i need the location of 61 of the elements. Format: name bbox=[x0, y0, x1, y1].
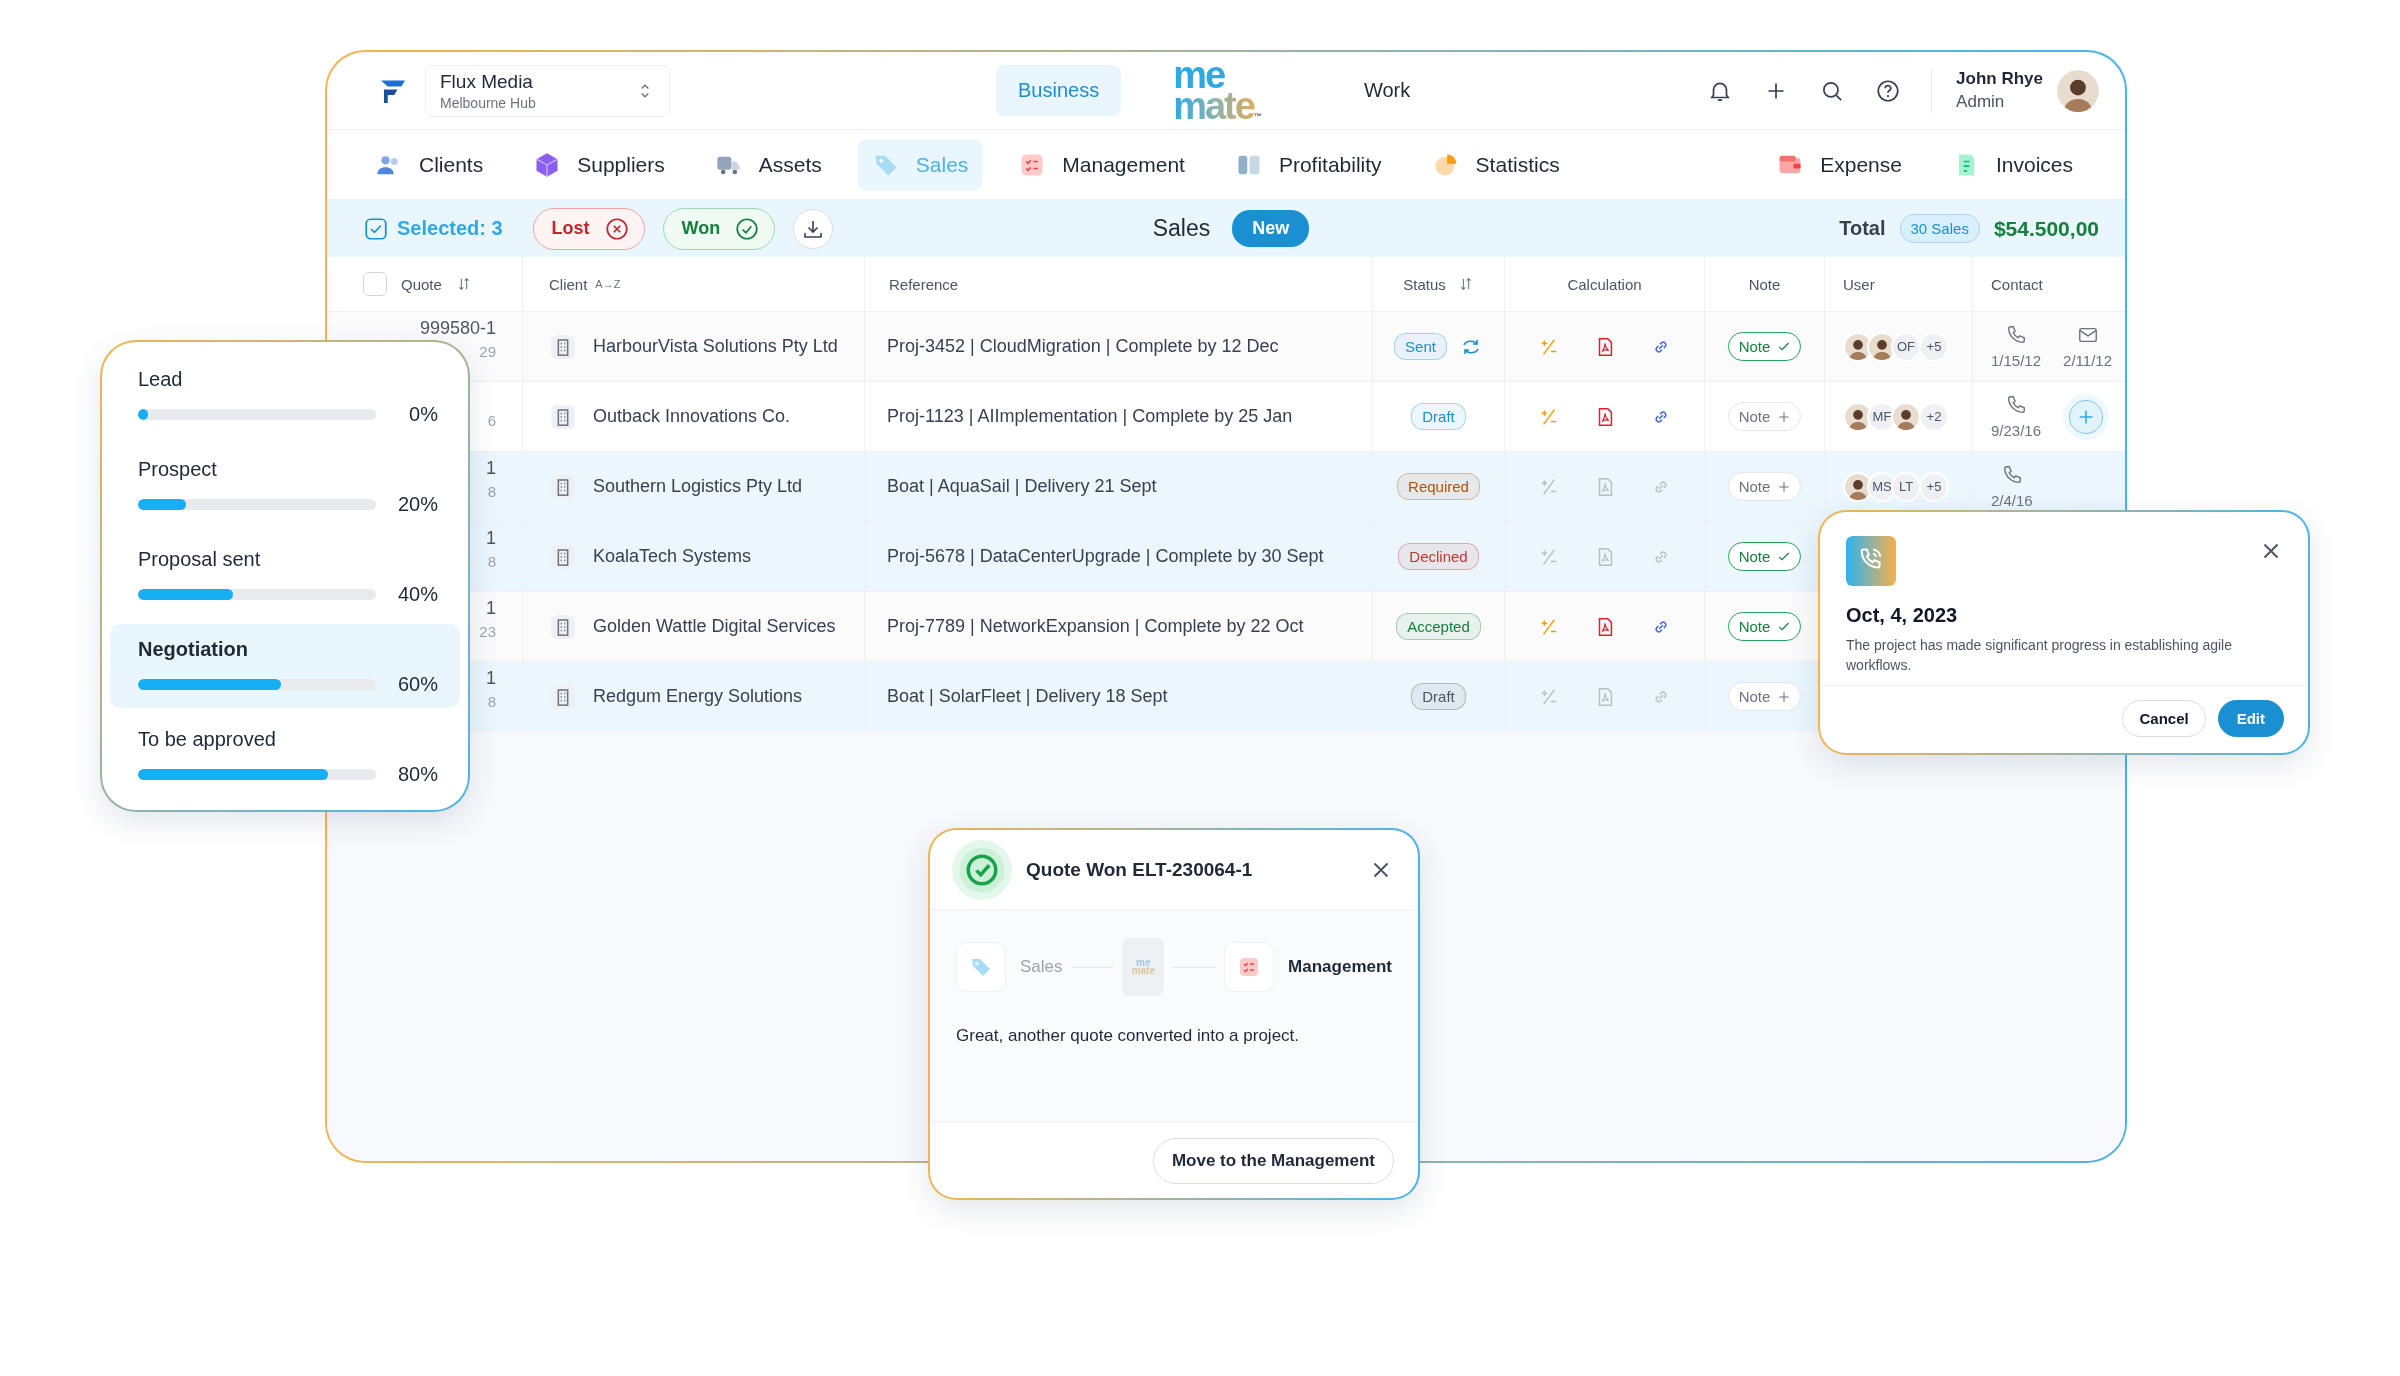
status-badge: Accepted bbox=[1396, 613, 1481, 640]
client-name: Golden Wattle Digital Services bbox=[593, 616, 836, 637]
note-text: The project has made significant progress in establishing agile workflows. bbox=[1845, 636, 2233, 676]
stage-label: Prospect bbox=[138, 458, 218, 481]
quote-detail: 8 bbox=[487, 693, 496, 710]
reference-text: Boat | SolarFleet | Delivery 18 Sept bbox=[887, 686, 1168, 707]
user-role: Admin bbox=[1956, 92, 2006, 112]
stage-label: Proposal sent bbox=[138, 548, 262, 571]
quote-detail: 8 bbox=[487, 483, 496, 500]
contact-date: 2/11/12 bbox=[2063, 352, 2112, 369]
client-name: KoalaTech Systems bbox=[593, 546, 752, 567]
status-badge: Draft bbox=[1411, 683, 1466, 710]
stage-percent: 60% bbox=[396, 673, 438, 696]
reference-text: Proj-3452 | CloudMigration | Complete by 12 Dec bbox=[887, 336, 1279, 357]
status-badge: Required bbox=[1397, 473, 1480, 500]
contact-date: 9/23/16 bbox=[1991, 422, 2042, 439]
step-label: Sales bbox=[1020, 957, 1063, 977]
client-name: Redgum Energy Solutions bbox=[593, 686, 803, 707]
status-badge: Declined bbox=[1398, 543, 1479, 570]
dialog-title: Quote Won ELT-230064-1 bbox=[1026, 858, 1254, 881]
stage-label: Negotiation bbox=[138, 638, 249, 661]
client-name: HarbourVista Solutions Pty Ltd bbox=[593, 336, 838, 357]
quote-number: 1 bbox=[486, 598, 496, 619]
more-count: +2 bbox=[1919, 401, 1949, 432]
reference-text: Boat | AquaSail | Delivery 21 Sept bbox=[887, 476, 1157, 497]
logo-tile: me mate bbox=[1122, 938, 1165, 996]
client-name: Outback Innovations Co. bbox=[593, 406, 791, 427]
status-badge: Draft bbox=[1411, 403, 1466, 430]
user-name: John Rhye bbox=[1956, 69, 2043, 89]
total-amount: $54.500,00 bbox=[1993, 216, 2099, 241]
quote-number: 1 bbox=[486, 668, 496, 689]
quote-number: 1 bbox=[486, 528, 496, 549]
stage-percent: 0% bbox=[408, 403, 438, 426]
avatar-initials: LT bbox=[1891, 471, 1921, 502]
quote-number: 999580-1 bbox=[419, 318, 496, 339]
more-count: +5 bbox=[1919, 331, 1949, 362]
quote-detail: 23 bbox=[479, 623, 496, 640]
status-badge: Sent bbox=[1394, 333, 1447, 360]
count-badge: 30 Sales bbox=[1899, 214, 1980, 243]
client-name: Southern Logistics Pty Ltd bbox=[593, 476, 803, 497]
more-count: +5 bbox=[1919, 471, 1949, 502]
stage-percent: 20% bbox=[396, 493, 438, 516]
stage-label: Lead bbox=[138, 368, 184, 391]
quote-detail: 6 bbox=[487, 412, 496, 429]
stage-label: To be approved bbox=[138, 728, 277, 751]
contact-date: 1/15/12 bbox=[1991, 352, 2042, 369]
view-title: Sales bbox=[1152, 215, 1211, 242]
reference-text: Proj-1123 | AIImplementation | Complete by 25 Jan bbox=[887, 406, 1293, 427]
reference-text: Proj-7789 | NetworkExpansion | Complete by 22 Oct bbox=[887, 616, 1304, 637]
quote-number: 1 bbox=[486, 458, 496, 479]
quote-detail: 8 bbox=[487, 553, 496, 570]
step-label: Management bbox=[1288, 957, 1392, 977]
avatar-initials: OF bbox=[1891, 331, 1921, 362]
quote-detail: 29 bbox=[479, 343, 496, 360]
stage-percent: 80% bbox=[396, 763, 438, 786]
reference-text: Proj-5678 | DataCenterUpgrade | Complete by 30 Sept bbox=[887, 546, 1324, 567]
selection-count: Selected: 3 bbox=[397, 217, 503, 240]
dialog-message: Great, another quote converted into a project. bbox=[956, 1026, 1301, 1046]
contact-date: 2/4/16 bbox=[1991, 492, 2033, 509]
total-label: Total bbox=[1839, 217, 1886, 240]
note-date: Oct, 4, 2023 bbox=[1845, 603, 1959, 627]
